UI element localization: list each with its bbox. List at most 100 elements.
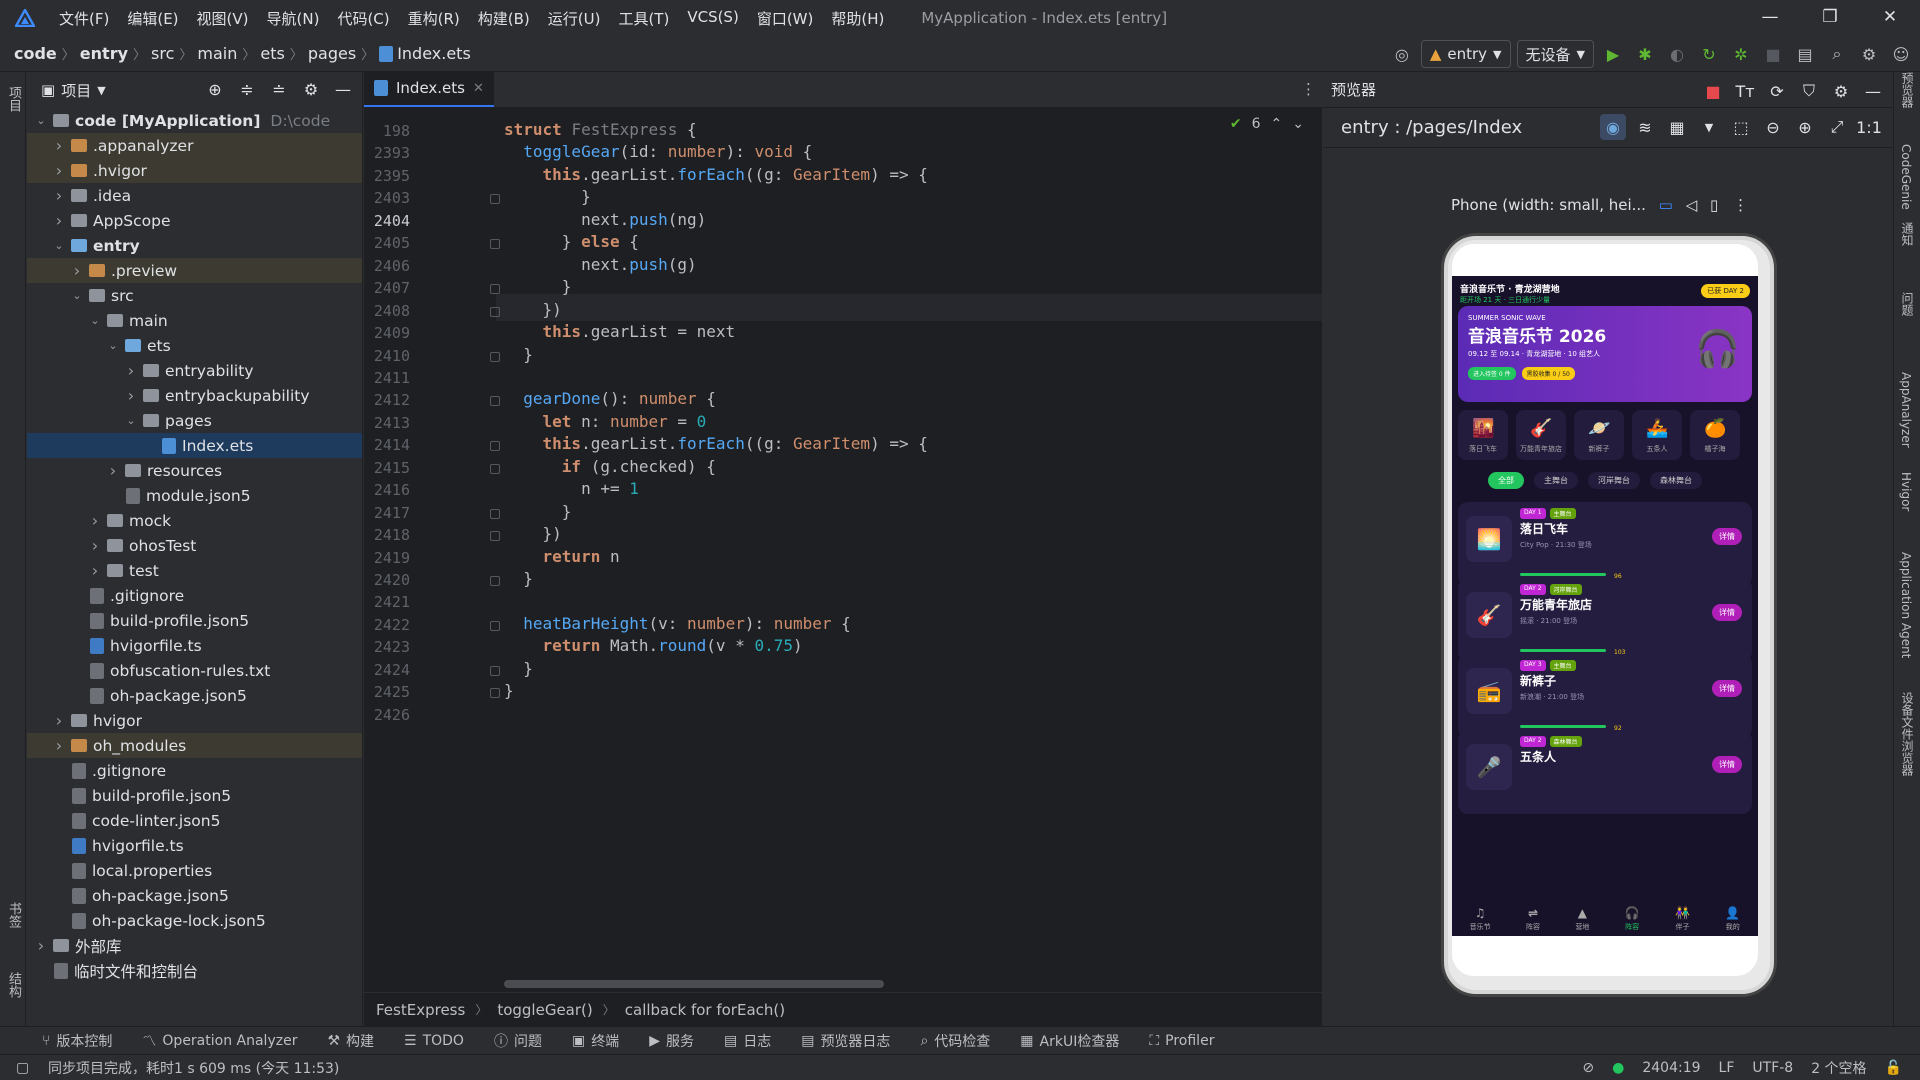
chevron-right-icon[interactable]: › [123, 361, 139, 380]
tree-item[interactable]: › oh_modules [27, 733, 362, 758]
debug-icon[interactable]: ✱ [1632, 41, 1658, 67]
app-nav-item[interactable]: ▲ 营地 [1575, 906, 1589, 932]
tree-item[interactable]: ⌄ main [27, 308, 362, 333]
fold-icon[interactable] [490, 620, 500, 631]
profile-icon[interactable]: ✲ [1728, 41, 1754, 67]
bottom-tool-button[interactable]: ▤ 日志 [724, 1031, 771, 1051]
code-line[interactable]: return Math.round(v * 0.75) [504, 636, 803, 655]
tree-item[interactable]: local.properties [27, 858, 362, 883]
banner-btn-1[interactable]: 进入待签 0 件 [1468, 367, 1516, 380]
caret-position[interactable]: 2404:19 [1642, 1060, 1700, 1076]
right-tool-button[interactable]: 通知 [1899, 222, 1916, 250]
artist-icon[interactable]: 🍊 橘子海 [1690, 410, 1740, 460]
fold-icon[interactable] [490, 463, 500, 474]
tree-item[interactable]: obfuscation-rules.txt [27, 658, 362, 683]
fold-icon[interactable] [490, 688, 500, 699]
tree-item[interactable]: › .hvigor [27, 158, 362, 183]
fit-screen-icon[interactable]: ⤢ [1824, 114, 1850, 140]
device-select[interactable]: 无设备 ▼ [1516, 40, 1594, 68]
code-line[interactable]: if (g.checked) { [504, 457, 716, 476]
actual-size-icon[interactable]: 1:1 [1856, 114, 1882, 140]
breadcrumb-item[interactable]: entry [80, 44, 128, 63]
tree-item[interactable]: ⌄ ets [27, 333, 362, 358]
code-line[interactable]: struct FestExpress { [504, 120, 697, 139]
tree-item[interactable]: build-profile.json5 [27, 783, 362, 808]
tree-item[interactable]: › hvigor [27, 708, 362, 733]
bottom-tool-button[interactable]: 〽 Operation Analyzer [142, 1031, 297, 1051]
fold-icon[interactable] [490, 351, 500, 362]
horizontal-scrollbar[interactable] [504, 980, 884, 988]
chevron-right-icon[interactable]: › [51, 736, 67, 755]
chevron-right-icon[interactable]: › [51, 161, 67, 180]
lock-icon[interactable]: 🔓 [1885, 1060, 1902, 1076]
artist-icon[interactable]: 🚣 五条人 [1632, 410, 1682, 460]
tree-item[interactable]: › ohosTest [27, 533, 362, 558]
code-line[interactable]: } [504, 681, 514, 700]
bottom-tool-button[interactable]: ▤ 预览器日志 [801, 1031, 890, 1051]
menu-item-0[interactable]: 文件(F) [50, 8, 118, 29]
menu-item-6[interactable]: 构建(B) [469, 8, 539, 29]
tree-item[interactable]: hvigorfile.ts [27, 833, 362, 858]
menu-item-1[interactable]: 编辑(E) [118, 8, 187, 29]
menu-item-5[interactable]: 重构(R) [399, 8, 469, 29]
festival-banner[interactable]: SUMMER SONIC WAVE 音浪音乐节 2026 09.12 至 09.… [1458, 306, 1752, 402]
back-icon[interactable]: ◁ [1686, 196, 1698, 214]
tree-item[interactable]: › .idea [27, 183, 362, 208]
code-line[interactable]: n += 1 [504, 479, 639, 498]
code-line[interactable]: } [504, 345, 533, 364]
inspection-widget[interactable]: ✔ 6 ⌃ ⌄ [1230, 116, 1304, 132]
chevron-down-icon[interactable]: ⌄ [1292, 116, 1304, 132]
breadcrumb-item[interactable]: ets [260, 44, 284, 63]
gear-icon[interactable]: ⚙ [1828, 78, 1854, 104]
fold-icon[interactable] [490, 396, 500, 407]
breadcrumb-item[interactable]: main [197, 44, 237, 63]
fold-icon[interactable] [490, 194, 500, 205]
chevron-right-icon[interactable]: › [87, 561, 103, 580]
app-screen[interactable]: 音浪音乐节 · 青龙湖营地 距开场 21 天 · 三日通行少量 已获 DAY 2… [1452, 276, 1758, 936]
layers-icon[interactable]: ≋ [1632, 114, 1658, 140]
bottom-tool-button[interactable]: ▶ 服务 [649, 1031, 694, 1051]
tree-item[interactable]: oh-package.json5 [27, 683, 362, 708]
close-icon[interactable]: ✕ [1860, 0, 1920, 36]
stop-icon[interactable]: ■ [1760, 41, 1786, 67]
app-nav-item[interactable]: 🎧 阵容 [1625, 906, 1640, 932]
tree-item[interactable]: hvigorfile.ts [27, 633, 362, 658]
fold-icon[interactable] [490, 306, 500, 317]
artist-card[interactable]: 🎸 DAY 2 河岸舞台 万能青年旅店 摇滚 · 21:00 登场 103 详情 [1458, 578, 1752, 662]
code-line[interactable]: } [504, 569, 533, 588]
tree-item[interactable]: module.json5 [27, 483, 362, 508]
tab-index-ets[interactable]: Index.ets ✕ [364, 71, 494, 107]
breadcrumb-item[interactable]: Index.ets [397, 44, 471, 63]
chevron-right-icon[interactable]: › [33, 936, 49, 955]
menu-item-7[interactable]: 运行(U) [539, 8, 610, 29]
rotate-icon[interactable]: ▭ [1659, 196, 1673, 214]
structure-tool-button[interactable]: 结构 [4, 972, 23, 1002]
chevron-right-icon[interactable]: › [51, 136, 67, 155]
code-line[interactable]: next.push(ng) [504, 210, 706, 229]
close-tab-icon[interactable]: ✕ [473, 81, 484, 96]
code-line[interactable]: next.push(g) [504, 255, 697, 274]
locate-icon[interactable]: ⊕ [202, 76, 228, 102]
file-encoding[interactable]: UTF-8 [1752, 1060, 1793, 1076]
bottom-tool-button[interactable]: ▦ ArkUI检查器 [1020, 1031, 1119, 1051]
tree-item[interactable]: ⌄ code [MyApplication] D:\code [27, 108, 362, 133]
detail-button[interactable]: 详情 [1712, 604, 1742, 621]
chevron-right-icon[interactable]: › [105, 461, 121, 480]
indent-setting[interactable]: 2 个空格 [1811, 1058, 1866, 1078]
tree-item[interactable]: › .preview [27, 258, 362, 283]
hide-icon[interactable]: — [1860, 78, 1886, 104]
code-breadcrumb-item[interactable]: FestExpress [376, 1001, 465, 1019]
multi-device-icon[interactable]: ▦ [1664, 114, 1690, 140]
right-tool-button[interactable]: 设备文件浏览器 [1899, 692, 1916, 780]
expand-all-icon[interactable]: ≑ [234, 76, 260, 102]
project-tool-button[interactable]: 项目 [4, 86, 23, 116]
artist-icon[interactable]: 🪐 新裤子 [1574, 410, 1624, 460]
run-icon[interactable]: ▶ [1600, 41, 1626, 67]
chevron-right-icon[interactable]: › [51, 711, 67, 730]
project-panel-title[interactable]: 项目 [61, 80, 91, 101]
code-line[interactable]: } else { [504, 232, 639, 251]
day-badge[interactable]: 已获 DAY 2 [1701, 284, 1750, 298]
code-line[interactable]: } [504, 277, 572, 296]
chevron-down-icon[interactable]: ⌄ [51, 239, 67, 252]
right-tool-button[interactable]: Hvigor [1899, 472, 1913, 515]
